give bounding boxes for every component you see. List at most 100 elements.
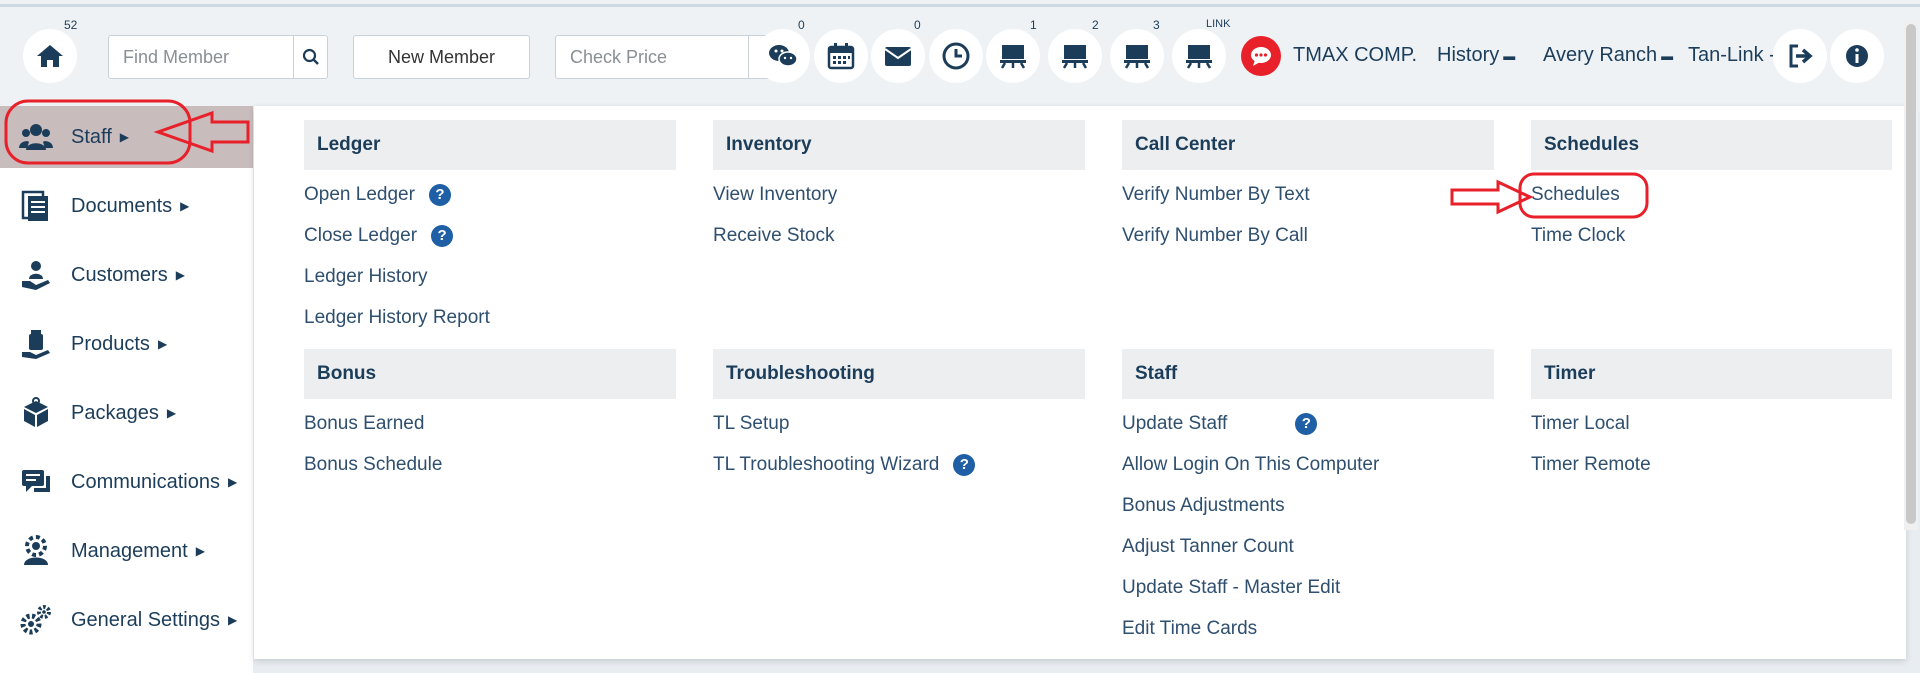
troubleshooting-heading: Troubleshooting bbox=[713, 349, 1085, 399]
edit-time-cards-link[interactable]: Edit Time Cards bbox=[1122, 608, 1494, 649]
help-icon[interactable]: ? bbox=[1295, 412, 1318, 435]
sidebar-item-customers[interactable]: Customers ▶ bbox=[0, 244, 253, 306]
help-icon[interactable]: ? bbox=[428, 183, 451, 206]
logout-button[interactable] bbox=[1773, 29, 1827, 83]
wechat-icon bbox=[769, 45, 798, 67]
caret-right-icon: ▶ bbox=[227, 475, 238, 489]
top-rule bbox=[0, 4, 1920, 7]
management-icon bbox=[18, 533, 54, 569]
view-inventory-link[interactable]: View Inventory bbox=[713, 174, 1085, 215]
caret-right-icon: ▶ bbox=[119, 130, 130, 144]
tanlink-status: Tan-Link - bbox=[1688, 44, 1776, 66]
location-label: Avery Ranch bbox=[1543, 44, 1658, 66]
caret-right-icon: ▶ bbox=[195, 544, 205, 558]
bed-2-button[interactable] bbox=[1048, 29, 1102, 83]
sidebar-item-label: Packages bbox=[71, 401, 159, 424]
find-member-search-button[interactable] bbox=[293, 36, 327, 78]
tanning-bed-icon bbox=[1124, 45, 1150, 69]
inventory-section: Inventory View Inventory Receive Stock bbox=[713, 120, 1085, 256]
help-icon[interactable]: ? bbox=[431, 224, 454, 247]
messages-button[interactable] bbox=[1241, 36, 1281, 76]
gears-icon bbox=[18, 602, 54, 638]
scrollbar-thumb[interactable] bbox=[1906, 24, 1916, 524]
history-label: History bbox=[1437, 44, 1500, 66]
timer-remote-link[interactable]: Timer Remote bbox=[1531, 444, 1892, 485]
schedules-section: Schedules Schedules Time Clock bbox=[1531, 120, 1892, 256]
open-ledger-link[interactable]: Open Ledger? bbox=[304, 174, 676, 215]
verify-number-by-text-link[interactable]: Verify Number By Text bbox=[1122, 174, 1494, 215]
bed-1-button[interactable] bbox=[986, 29, 1040, 83]
receive-stock-link[interactable]: Receive Stock bbox=[713, 215, 1085, 256]
mail-badge: 0 bbox=[914, 18, 921, 32]
new-member-button[interactable]: New Member bbox=[353, 35, 530, 79]
communications-icon bbox=[18, 464, 54, 500]
calendar-button[interactable] bbox=[814, 29, 868, 83]
schedules-heading: Schedules bbox=[1531, 120, 1892, 170]
time-clock-button[interactable] bbox=[929, 29, 983, 83]
top-bar: 52 New Member C 0 0 1 2 3 LINK bbox=[0, 0, 1920, 112]
customers-icon bbox=[18, 257, 54, 293]
mail-icon bbox=[884, 47, 912, 66]
help-icon[interactable]: ? bbox=[953, 453, 976, 476]
close-ledger-link[interactable]: Close Ledger? bbox=[304, 215, 676, 256]
staff-mega-menu: Ledger Open Ledger? Close Ledger? Ledger… bbox=[254, 106, 1906, 659]
caret-right-icon: ▶ bbox=[175, 268, 185, 282]
documents-icon bbox=[18, 188, 54, 224]
sign-out-icon bbox=[1789, 44, 1813, 68]
ledger-history-report-link[interactable]: Ledger History Report bbox=[304, 297, 676, 338]
timer-local-link[interactable]: Timer Local bbox=[1531, 403, 1892, 444]
caret-down-icon: ▬ bbox=[1503, 48, 1516, 63]
search-icon bbox=[302, 48, 319, 65]
bed-2-badge: 2 bbox=[1092, 18, 1099, 32]
ledger-history-link[interactable]: Ledger History bbox=[304, 256, 676, 297]
mail-button[interactable] bbox=[871, 29, 925, 83]
clock-icon bbox=[942, 42, 970, 70]
page-scrollbar[interactable] bbox=[1904, 20, 1918, 530]
info-icon bbox=[1846, 45, 1868, 67]
allow-login-link[interactable]: Allow Login On This Computer bbox=[1122, 444, 1494, 485]
link-bed-button[interactable] bbox=[1172, 29, 1226, 83]
link-badge: LINK bbox=[1206, 18, 1231, 30]
check-price-input[interactable] bbox=[556, 36, 748, 78]
ledger-heading: Ledger bbox=[304, 120, 676, 170]
sidebar-item-label: Products bbox=[71, 332, 150, 355]
sidebar-item-packages[interactable]: Packages ▶ bbox=[0, 382, 253, 444]
bonus-earned-link[interactable]: Bonus Earned bbox=[304, 403, 676, 444]
sidebar-item-communications[interactable]: Communications ▶ bbox=[0, 451, 253, 513]
chat-badge: 0 bbox=[798, 18, 805, 32]
sidebar-item-products[interactable]: Products ▶ bbox=[0, 313, 253, 375]
find-member-box bbox=[108, 35, 328, 79]
sidebar-item-label: General Settings bbox=[71, 608, 220, 631]
update-staff-link[interactable]: Update Staff? bbox=[1122, 403, 1494, 444]
sidebar-item-label: Communications bbox=[71, 470, 220, 493]
sidebar-item-documents[interactable]: Documents ▶ bbox=[0, 175, 253, 237]
bed-3-button[interactable] bbox=[1110, 29, 1164, 83]
info-button[interactable] bbox=[1830, 29, 1884, 83]
home-button[interactable] bbox=[23, 29, 77, 83]
company-name: TMAX COMP. bbox=[1293, 44, 1418, 66]
sidebar-item-label: Customers bbox=[71, 263, 168, 286]
sidebar-item-general-settings[interactable]: General Settings ▶ bbox=[0, 589, 253, 651]
sidebar-item-label: Documents bbox=[71, 194, 173, 217]
verify-number-by-call-link[interactable]: Verify Number By Call bbox=[1122, 215, 1494, 256]
tl-setup-link[interactable]: TL Setup bbox=[713, 403, 1085, 444]
bonus-schedule-link[interactable]: Bonus Schedule bbox=[304, 444, 676, 485]
adjust-tanner-count-link[interactable]: Adjust Tanner Count bbox=[1122, 526, 1494, 567]
chat-button[interactable] bbox=[756, 29, 810, 83]
update-staff-master-edit-link[interactable]: Update Staff - Master Edit bbox=[1122, 567, 1494, 608]
sidebar-item-management[interactable]: Management ▶ bbox=[0, 520, 253, 582]
caret-right-icon: ▶ bbox=[180, 199, 190, 213]
sidebar-item-staff[interactable]: Staff ▶ bbox=[0, 106, 253, 168]
tl-troubleshooting-wizard-link[interactable]: TL Troubleshooting Wizard? bbox=[713, 444, 1085, 485]
bonus-adjustments-link[interactable]: Bonus Adjustments bbox=[1122, 485, 1494, 526]
find-member-input[interactable] bbox=[109, 36, 293, 78]
location-dropdown[interactable]: Avery Ranch ▬ bbox=[1543, 44, 1673, 67]
link-label: TL Troubleshooting Wizard bbox=[713, 454, 940, 475]
sidebar-item-label: Staff bbox=[71, 125, 112, 148]
call-center-section: Call Center Verify Number By Text Verify… bbox=[1122, 120, 1494, 256]
caret-right-icon: ▶ bbox=[157, 337, 168, 351]
users-icon bbox=[18, 119, 54, 155]
history-dropdown[interactable]: History ▬ bbox=[1437, 44, 1515, 67]
time-clock-link[interactable]: Time Clock bbox=[1531, 215, 1892, 256]
schedules-link[interactable]: Schedules bbox=[1531, 174, 1892, 215]
